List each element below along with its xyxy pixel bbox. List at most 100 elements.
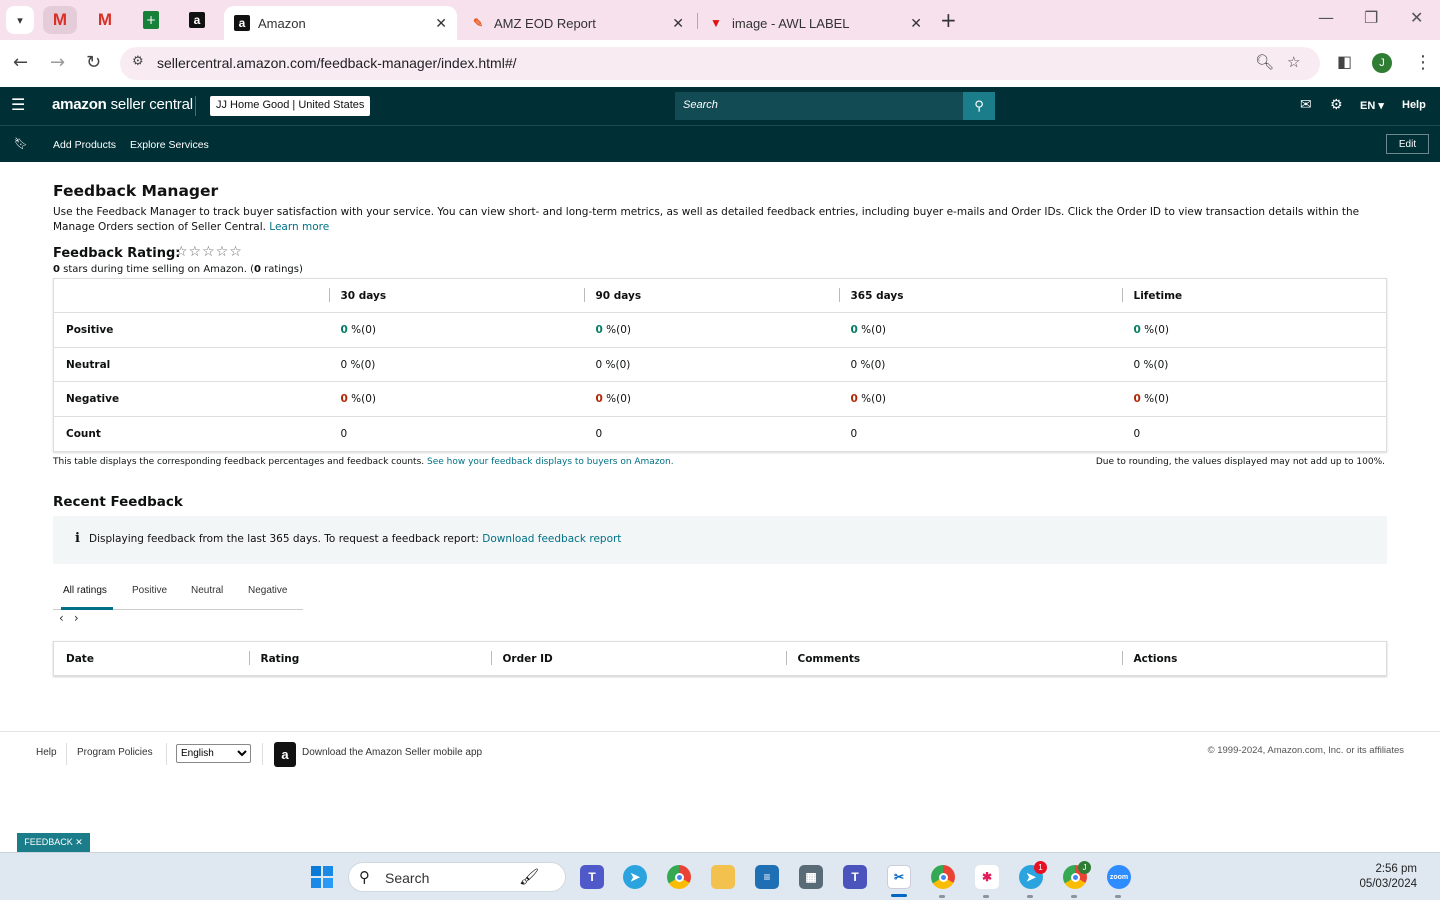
pinned-tab-sheets[interactable]: + (134, 6, 168, 34)
side-panel-icon[interactable]: ◧ (1337, 52, 1352, 71)
edit-nav-button[interactable]: Edit (1386, 134, 1429, 154)
page-footer: Help Program Policies English a Download… (0, 731, 1440, 781)
close-icon[interactable]: ✕ (672, 15, 684, 32)
back-arrow-icon[interactable]: ← (13, 52, 28, 73)
amazon-seller-app-icon[interactable]: a (274, 742, 296, 767)
search-input[interactable]: Search (675, 92, 965, 120)
teams-work-icon[interactable]: T (843, 865, 867, 889)
minimize-icon[interactable]: — (1318, 8, 1334, 27)
row-label: Negative (53, 381, 329, 418)
tab-title: image - AWL LABEL (732, 15, 850, 31)
gear-icon[interactable]: ⚙ (1330, 97, 1343, 113)
pinned-tab-amazon[interactable]: a (180, 6, 214, 34)
recent-feedback-table: Date Rating Order ID Comments Actions (53, 641, 1387, 676)
logo-brand: amazon (52, 96, 107, 113)
address-bar[interactable]: ⚙ sellercentral.amazon.com/feedback-mana… (120, 47, 1320, 80)
seller-central-logo[interactable]: amazon seller central (52, 96, 193, 113)
hamburger-menu-icon[interactable]: ☰ (11, 95, 25, 114)
chevron-left-icon[interactable]: ‹ (59, 611, 64, 625)
col-30-days: 30 days (340, 289, 387, 302)
column-header: Actions (1121, 642, 1387, 676)
download-app-link[interactable]: Download the Amazon Seller mobile app (302, 747, 482, 758)
zoom-icon[interactable]: 🔍︎ (1255, 53, 1274, 71)
stars-summary: 0 stars during time selling on Amazon. (… (53, 264, 303, 275)
rounding-note: Due to rounding, the values displayed ma… (1095, 457, 1385, 467)
site-info-icon[interactable]: ⚙ (132, 54, 144, 69)
url-text: sellercentral.amazon.com/feedback-manage… (157, 55, 517, 71)
tab-title: Amazon (258, 15, 306, 31)
pinned-tab-gmail-2[interactable]: M (88, 6, 122, 34)
add-products-link[interactable]: Add Products (53, 139, 116, 151)
table-cell: 0 %(0) (838, 381, 1122, 418)
snipping-tool-icon[interactable]: ✂ (887, 865, 911, 889)
buyer-display-link[interactable]: See how your feedback displays to buyers… (427, 457, 674, 467)
program-policies-link[interactable]: Program Policies (77, 747, 153, 758)
new-tab-plus-icon[interactable]: + (940, 8, 957, 32)
table-header-row: 30 days 90 days 365 days Lifetime (53, 278, 1387, 313)
language-selector[interactable]: EN ▾ (1360, 99, 1384, 112)
close-icon[interactable]: ✕ (435, 15, 447, 32)
tab-all-ratings[interactable]: All ratings (63, 585, 107, 596)
chrome-icon[interactable] (667, 865, 691, 889)
windows-start-icon[interactable] (310, 865, 334, 889)
table-cell: 0 %(0) (838, 347, 1122, 383)
slack-icon[interactable]: ✱ (975, 865, 999, 889)
system-clock[interactable]: 2:56 pm 05/03/2024 (1359, 862, 1417, 892)
info-body: Displaying feedback from the last 365 da… (89, 533, 479, 545)
col-order-id: Order ID (502, 652, 553, 665)
zoom-app-icon[interactable]: zoom (1107, 865, 1131, 889)
tab-neutral[interactable]: Neutral (191, 585, 223, 596)
feedback-button[interactable]: FEEDBACK ✕ (17, 833, 90, 852)
awl-icon: ▼ (710, 16, 722, 30)
bookmark-star-icon[interactable]: ☆ (1287, 53, 1300, 71)
table-cell: 0 %(0) (1121, 381, 1387, 418)
file-explorer-icon[interactable] (711, 865, 735, 889)
bookmark-icon[interactable]: 🔖︎ (14, 137, 28, 150)
telegram-icon[interactable]: ➤ (623, 865, 647, 889)
reload-icon[interactable]: ↻ (86, 52, 101, 73)
column-header: 365 days (838, 278, 1122, 313)
mail-icon[interactable]: ✉ (1300, 97, 1312, 113)
help-link[interactable]: Help (1402, 99, 1426, 111)
tab-amz-eod-report[interactable]: ✎ AMZ EOD Report ✕ (460, 6, 694, 40)
calculator-icon[interactable]: ▦ (799, 865, 823, 889)
chevron-right-icon[interactable]: › (74, 611, 79, 625)
taskbar-search[interactable]: ⚲ Search 🖌︎ (348, 862, 566, 892)
language-select[interactable]: English (176, 744, 251, 763)
restore-icon[interactable]: ❐ (1364, 8, 1378, 27)
chrome-profile-icon[interactable] (931, 865, 955, 889)
language-label: EN (1360, 100, 1376, 112)
tab-negative[interactable]: Negative (248, 585, 287, 596)
pinned-tab-gmail[interactable]: M (43, 6, 77, 34)
tab-search-chevron-icon[interactable]: ▾ (6, 6, 34, 34)
recent-feedback-title: Recent Feedback (53, 494, 183, 510)
close-icon[interactable]: ✕ (910, 15, 922, 32)
account-switcher[interactable]: JJ Home Good | United States (210, 96, 371, 116)
footer-divider (66, 743, 67, 765)
learn-more-link[interactable]: Learn more (269, 221, 329, 233)
negative-value: 0 (340, 393, 348, 406)
table-cell: 0 (583, 416, 839, 452)
notepad-icon[interactable]: ≡ (755, 865, 779, 889)
table-cell: 0 %(0) (583, 347, 839, 383)
col-rating: Rating (260, 652, 300, 665)
tab-amazon[interactable]: a Amazon ✕ (224, 6, 457, 40)
intro-text: Use the Feedback Manager to track buyer … (53, 205, 1383, 235)
teams-icon[interactable]: T (580, 865, 604, 889)
tab-awl-label[interactable]: ▼ image - AWL LABEL ✕ (698, 6, 932, 40)
search-button[interactable]: ⚲ (963, 92, 995, 120)
table-note-text: This table displays the corresponding fe… (53, 457, 425, 467)
kebab-menu-icon[interactable]: ⋮ (1414, 52, 1432, 73)
seller-central-subnav: 🔖︎ Add Products Explore Services Edit (0, 125, 1440, 162)
positive-value: 0 (595, 323, 603, 336)
forward-arrow-icon[interactable]: → (50, 52, 65, 73)
table-cell: 0 (1121, 416, 1387, 452)
info-icon: i (75, 531, 80, 546)
profile-avatar[interactable]: J (1372, 53, 1392, 73)
download-report-link[interactable]: Download feedback report (482, 533, 621, 545)
footer-help-link[interactable]: Help (36, 747, 57, 758)
table-cell: 0 (328, 416, 584, 452)
window-close-icon[interactable]: ✕ (1410, 8, 1423, 27)
tab-positive[interactable]: Positive (132, 585, 167, 596)
explore-services-link[interactable]: Explore Services (130, 139, 209, 151)
